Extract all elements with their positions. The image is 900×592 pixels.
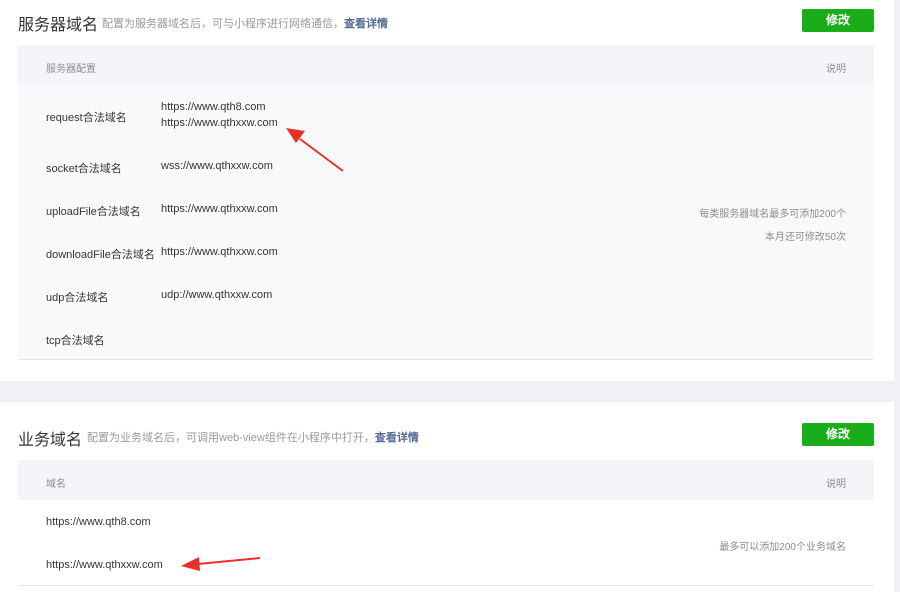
- annotation-arrow-icon: [286, 128, 344, 172]
- server-domain-card: 服务器域名 配置为服务器域名后，可与小程序进行网络通信，查看详情 修改 服务器配…: [0, 0, 894, 381]
- business-domain-card: 业务域名 配置为业务域名后，可调用web-view组件在小程序中打开，查看详情 …: [0, 402, 894, 592]
- annotation-arrow-icon: [181, 557, 261, 571]
